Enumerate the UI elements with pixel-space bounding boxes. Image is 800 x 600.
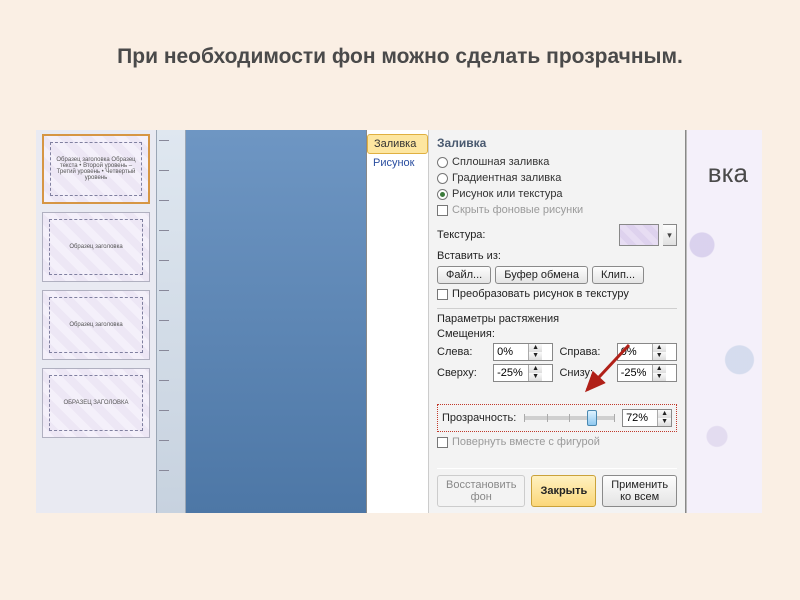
offset-bottom-label: Снизу: [559, 367, 610, 379]
checkbox-icon [437, 205, 448, 216]
dialog-body: Заливка Сплошная заливка Градиентная зал… [429, 130, 685, 513]
texture-label: Текстура: [437, 229, 486, 241]
transparency-row: Прозрачность: ▲▼ [437, 404, 677, 432]
offset-right-spinner[interactable]: ▲▼ [617, 343, 677, 361]
page-title: При необходимости фон можно сделать проз… [0, 45, 800, 69]
checkbox-hide-bg[interactable]: Скрыть фоновые рисунки [437, 204, 677, 216]
texture-row: Текстура: ▾ [437, 224, 677, 246]
reset-bg-button[interactable]: Восстановить фон [437, 475, 525, 507]
close-button[interactable]: Закрыть [531, 475, 596, 507]
format-background-dialog: Заливка Рисунок Заливка Сплошная заливка… [366, 130, 686, 513]
clipboard-button[interactable]: Буфер обмена [495, 266, 588, 284]
tile-checkbox-row[interactable]: Преобразовать рисунок в текстуру [437, 288, 677, 300]
thumb-label: Образец заголовка [49, 219, 143, 275]
tile-checkbox-label: Преобразовать рисунок в текстуру [452, 288, 629, 300]
spinner-arrows[interactable]: ▲▼ [528, 344, 542, 360]
texture-swatch[interactable] [619, 224, 659, 246]
checkbox-icon [437, 289, 448, 300]
slide-preview: вка [686, 130, 762, 513]
thumb-label: ОБРАЗЕЦ ЗАГОЛОВКА [49, 375, 143, 431]
offset-bottom-spinner[interactable]: ▲▼ [617, 364, 677, 382]
spinner-arrows[interactable]: ▲▼ [657, 410, 671, 426]
offset-bottom-input[interactable] [618, 367, 652, 379]
screenshot-frame: Образец заголовка Образец текста • Второ… [36, 130, 762, 513]
radio-picture-texture[interactable]: Рисунок или текстура [437, 188, 677, 200]
rotate-checkbox-label: Повернуть вместе с фигурой [452, 436, 600, 448]
slide-thumb-3[interactable]: Образец заголовка [42, 290, 150, 360]
offset-top-label: Сверху: [437, 367, 487, 379]
radio-gradient-fill[interactable]: Градиентная заливка [437, 172, 677, 184]
radio-icon [437, 173, 448, 184]
thumb-label: Образец заголовка [49, 297, 143, 353]
slide-canvas[interactable] [186, 130, 366, 513]
radio-solid-fill[interactable]: Сплошная заливка [437, 156, 677, 168]
transparency-label: Прозрачность: [442, 412, 516, 424]
offset-right-label: Справа: [559, 346, 610, 358]
insert-from-label: Вставить из: [437, 250, 677, 262]
file-button[interactable]: Файл... [437, 266, 491, 284]
rotate-checkbox-row: Повернуть вместе с фигурой [437, 436, 677, 448]
spinner-arrows[interactable]: ▲▼ [652, 344, 666, 360]
slide-thumb-2[interactable]: Образец заголовка [42, 212, 150, 282]
radio-icon [437, 157, 448, 168]
radio-label: Рисунок или текстура [452, 188, 563, 200]
offset-left-spinner[interactable]: ▲▼ [493, 343, 553, 361]
offset-left-input[interactable] [494, 346, 528, 358]
checkbox-icon [437, 437, 448, 448]
radio-label: Градиентная заливка [452, 172, 561, 184]
transparency-slider[interactable] [524, 416, 614, 420]
nav-picture[interactable]: Рисунок [367, 154, 428, 172]
offset-left-label: Слева: [437, 346, 487, 358]
radio-icon [437, 189, 448, 200]
thumb-label: Образец заголовка Образец текста • Второ… [50, 142, 142, 196]
checkbox-label: Скрыть фоновые рисунки [452, 204, 583, 216]
transparency-spinner[interactable]: ▲▼ [622, 409, 672, 427]
radio-label: Сплошная заливка [452, 156, 549, 168]
slide-thumb-4[interactable]: ОБРАЗЕЦ ЗАГОЛОВКА [42, 368, 150, 438]
spinner-arrows[interactable]: ▲▼ [528, 365, 542, 381]
offset-top-input[interactable] [494, 367, 528, 379]
nav-fill[interactable]: Заливка [367, 134, 428, 154]
stretch-group: Параметры растяжения Смещения: Слева: ▲▼… [437, 308, 677, 382]
offsets-label: Смещения: [437, 328, 677, 340]
offset-top-spinner[interactable]: ▲▼ [493, 364, 553, 382]
vertical-ruler [156, 130, 186, 513]
transparency-input[interactable] [623, 412, 657, 424]
dialog-title: Заливка [437, 136, 677, 150]
slide-thumb-1[interactable]: Образец заголовка Образец текста • Второ… [42, 134, 150, 204]
insert-from-buttons: Файл... Буфер обмена Клип... [437, 266, 677, 284]
stretch-group-label: Параметры растяжения [437, 313, 677, 325]
slide-thumbnails: Образец заголовка Образец текста • Второ… [36, 130, 156, 513]
apply-all-button[interactable]: Применить ко всем [602, 475, 677, 507]
offset-right-input[interactable] [618, 346, 652, 358]
offset-grid: Слева: ▲▼ Справа: ▲▼ Сверху: ▲▼ [437, 343, 677, 382]
texture-dropdown-arrow[interactable]: ▾ [663, 224, 677, 246]
slide-title-fragment: вка [708, 158, 748, 189]
dialog-footer: Восстановить фон Закрыть Применить ко вс… [437, 468, 677, 507]
slider-thumb[interactable] [587, 410, 597, 426]
clip-button[interactable]: Клип... [592, 266, 644, 284]
spinner-arrows[interactable]: ▲▼ [652, 365, 666, 381]
dialog-nav: Заливка Рисунок [367, 130, 429, 513]
